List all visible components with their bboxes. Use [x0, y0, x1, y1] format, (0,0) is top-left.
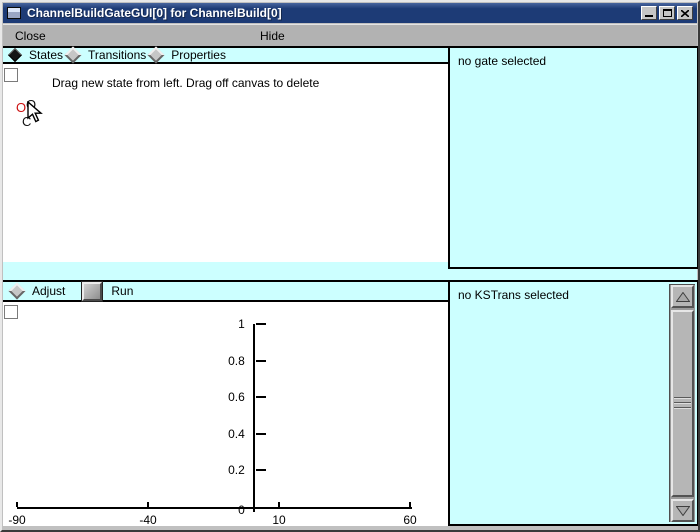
y-tick-label: 0.4	[211, 428, 245, 440]
state-canvas-hint: Drag new state from left. Drag off canva…	[52, 76, 319, 90]
minimize-button[interactable]	[641, 6, 657, 20]
close-icon	[681, 10, 689, 17]
state-open-red[interactable]: O	[16, 102, 26, 114]
x-tick-label: -90	[1, 514, 33, 526]
menu-transitions[interactable]: Transitions	[88, 48, 146, 62]
menubar: Close Hide	[3, 24, 697, 47]
x-tick	[409, 502, 411, 507]
x-tick-label: 10	[263, 514, 295, 526]
titlebar[interactable]: ChannelBuildGateGUI[0] for ChannelBuild[…	[3, 3, 697, 23]
menu-properties[interactable]: Properties	[171, 48, 226, 62]
kstrans-scrollbar[interactable]	[669, 284, 695, 522]
kstrans-panel-message: no KSTrans selected	[458, 288, 569, 302]
run-button[interactable]	[82, 282, 102, 301]
close-button[interactable]	[677, 6, 693, 20]
scrollbar-grip	[674, 397, 691, 411]
x-tick	[278, 502, 280, 507]
maximize-button[interactable]	[659, 6, 675, 20]
y-tick	[256, 396, 266, 398]
run-toolbar: Adjust Run	[3, 280, 450, 302]
y-tick-label: 0	[211, 504, 245, 516]
y-axis	[253, 324, 255, 512]
gate-plot-canvas[interactable]: -90 -40 10 60 0 0.2 0.4 0.6 0.8 1	[3, 302, 448, 526]
y-tick	[256, 433, 266, 435]
y-tick	[256, 469, 266, 471]
menu-item-close[interactable]: Close	[15, 29, 46, 43]
state-canvas[interactable]: Drag new state from left. Drag off canva…	[3, 64, 448, 262]
window-title: ChannelBuildGateGUI[0] for ChannelBuild[…	[27, 6, 282, 20]
mouse-cursor-icon	[27, 101, 44, 124]
window-controls	[641, 6, 693, 20]
y-tick-label: 1	[211, 318, 245, 330]
x-tick	[147, 502, 149, 507]
arrow-up-icon	[676, 292, 690, 302]
y-tick	[256, 323, 266, 325]
y-tick-label: 0.2	[211, 464, 245, 476]
maximize-icon	[663, 9, 672, 17]
x-tick-label: -40	[132, 514, 164, 526]
adjust-dropdown-diamond-icon[interactable]	[9, 283, 26, 300]
gate-info-panel: no gate selected	[448, 46, 699, 269]
minimize-icon	[645, 15, 653, 17]
x-tick	[16, 502, 18, 507]
y-tick-label: 0.6	[211, 391, 245, 403]
gate-plot: -90 -40 10 60 0 0.2 0.4 0.6 0.8 1	[3, 302, 448, 526]
x-tick-label: 60	[394, 514, 426, 526]
states-menu-diamond-icon[interactable]	[8, 48, 22, 62]
scroll-down-button[interactable]	[671, 499, 694, 522]
state-canvas-checkbox[interactable]	[4, 68, 18, 82]
states-dropdown-diamond-icon[interactable]	[65, 47, 82, 64]
menu-states[interactable]: States	[29, 48, 63, 62]
gate-panel-message: no gate selected	[458, 54, 546, 68]
application-window: ChannelBuildGateGUI[0] for ChannelBuild[…	[0, 0, 700, 532]
transitions-dropdown-diamond-icon[interactable]	[148, 47, 165, 64]
y-tick-label: 0.8	[211, 355, 245, 367]
arrow-down-icon	[676, 506, 690, 516]
states-toolbar: States Transitions Properties	[3, 46, 450, 64]
scroll-up-button[interactable]	[671, 285, 694, 308]
y-tick	[256, 360, 266, 362]
scrollbar-thumb[interactable]	[671, 310, 694, 497]
menu-adjust[interactable]: Adjust	[32, 284, 65, 298]
window-icon	[7, 7, 21, 19]
kstrans-info-panel: no KSTrans selected	[448, 280, 699, 526]
menu-item-hide[interactable]: Hide	[260, 29, 285, 43]
run-button-label[interactable]: Run	[111, 284, 133, 298]
